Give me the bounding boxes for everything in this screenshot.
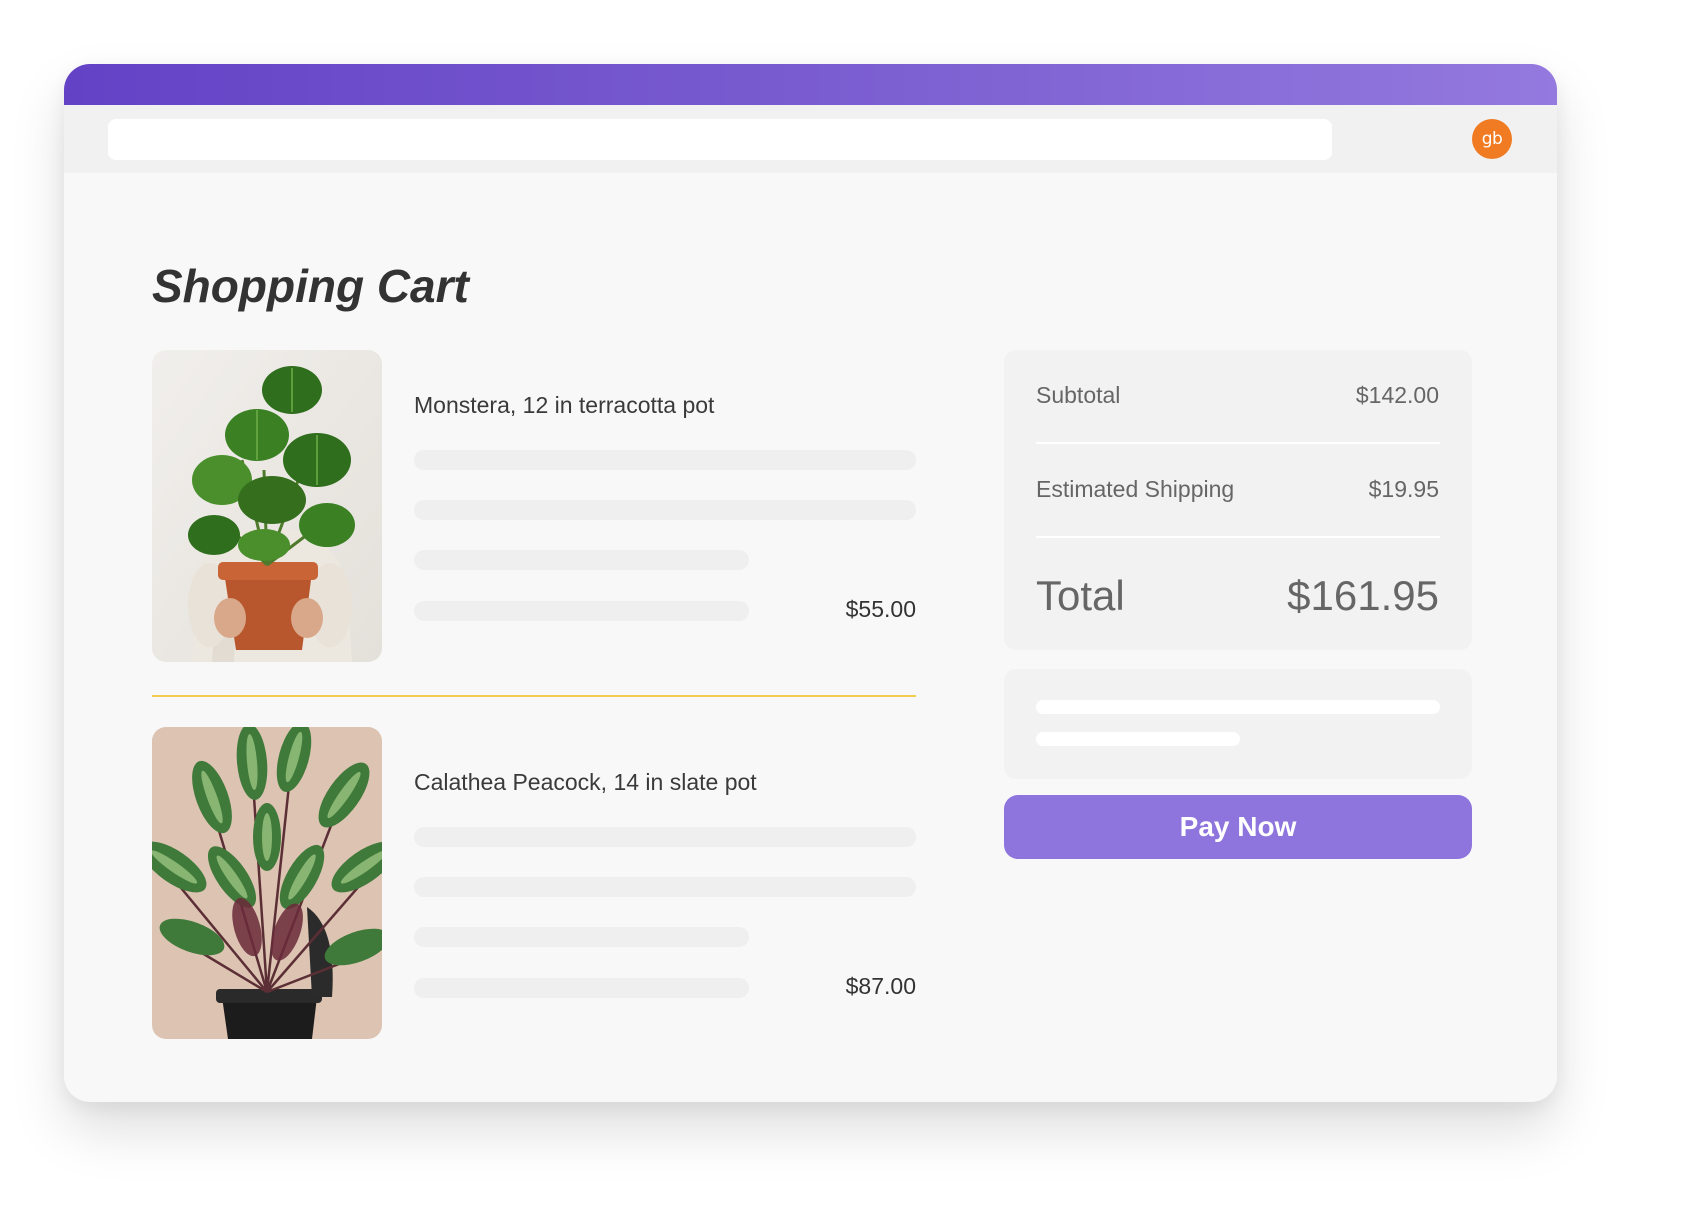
cart-item: Monstera, 12 in terracotta pot $55.00 [152,350,916,662]
subtotal-label: Subtotal [1036,382,1121,408]
monstera-plant-photo [152,350,382,662]
product-image-monstera[interactable] [152,350,382,662]
placeholder-line [1036,732,1240,746]
item-divider [152,695,916,697]
placeholder-line [414,500,916,520]
placeholder-line [414,550,749,570]
shipping-label: Estimated Shipping [1036,476,1235,502]
placeholder-line [414,978,749,998]
avatar-initials: gb [1481,129,1503,149]
summary-divider [1036,442,1440,444]
pay-now-button[interactable]: Pay Now [1004,795,1472,859]
product-image-calathea[interactable] [152,727,382,1039]
placeholder-line [414,827,916,847]
browser-toolbar: gb [64,105,1557,173]
total-label: Total [1036,572,1125,619]
placeholder-line [1036,700,1440,714]
summary-divider [1036,536,1440,538]
order-summary: Subtotal $142.00 Estimated Shipping $19.… [1004,350,1472,650]
placeholder-line [414,450,916,470]
subtotal-value: $142.00 [1355,382,1439,408]
product-name[interactable]: Calathea Peacock, 14 in slate pot [414,769,757,796]
user-avatar[interactable]: gb [1472,119,1512,159]
cart-item: Calathea Peacock, 14 in slate pot $87.00 [152,727,916,1039]
product-price: $87.00 [845,973,916,999]
product-price: $55.00 [845,596,916,622]
placeholder-line [414,877,916,897]
total-value: $161.95 [1287,572,1439,619]
product-name[interactable]: Monstera, 12 in terracotta pot [414,392,714,419]
shipping-value: $19.95 [1368,476,1439,502]
placeholder-line [414,601,749,621]
calathea-plant-photo [152,727,382,1039]
placeholder-line [414,927,749,947]
browser-window: gb Shopping Cart Monstera, 12 in terraco… [64,64,1557,1102]
window-title-bar [64,64,1557,105]
payment-details-card [1004,669,1472,779]
page-title: Shopping Cart [152,260,469,312]
address-bar[interactable] [108,119,1332,160]
